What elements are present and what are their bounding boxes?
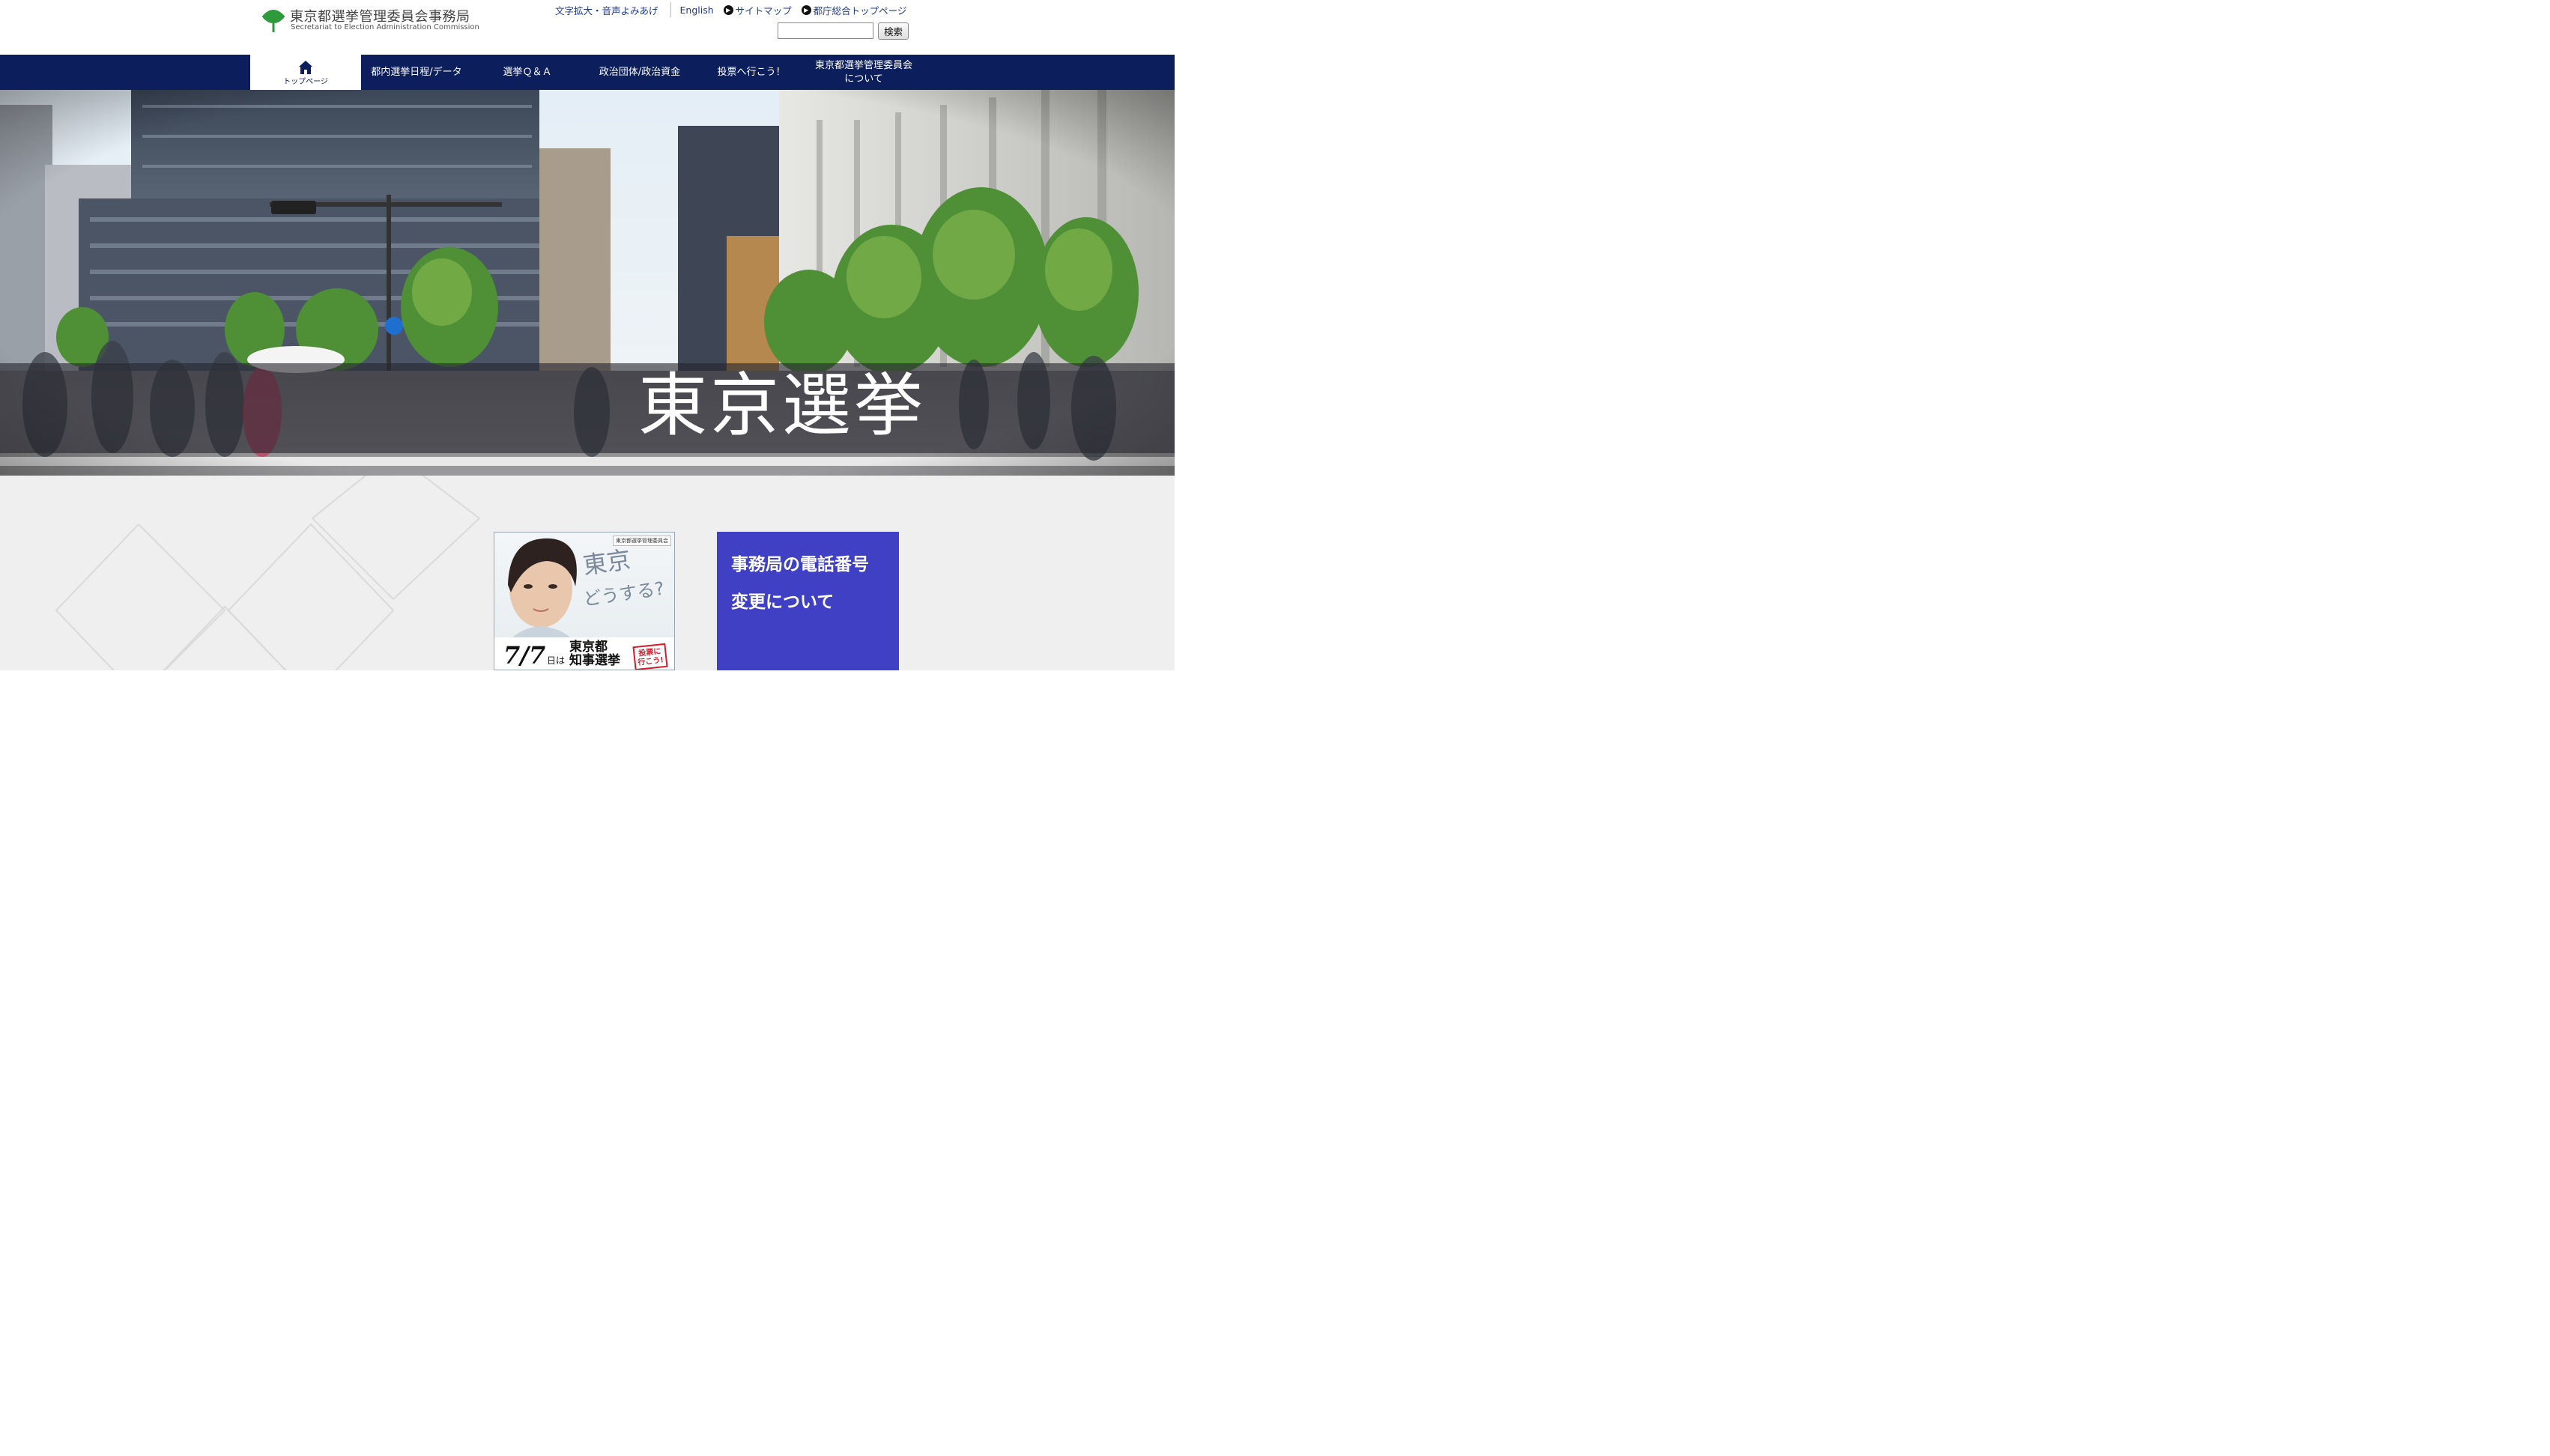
banner-catch-1: 東京 — [581, 545, 633, 580]
ginkgo-leaf-icon — [261, 10, 285, 32]
english-link[interactable]: English — [680, 4, 714, 16]
site-header: 東京都選挙管理委員会事務局 Secretariat to Election Ad… — [0, 0, 1175, 55]
arrow-circle-icon: ▶ — [723, 4, 733, 15]
nav-item-political[interactable]: 政治団体/政治資金 — [583, 55, 697, 90]
utility-links: 文字拡大・音声よみあげ English ▶ サイトマップ ▶ 都庁総合トップペー… — [555, 1, 906, 18]
phone-banner-line2: 変更について — [731, 592, 835, 612]
phone-change-banner[interactable]: 事務局の電話番号 変更について — [717, 532, 899, 670]
hero-title: 東京選挙 — [638, 365, 927, 446]
nav-home-label: トップページ — [283, 78, 328, 86]
nav-about-line1: 東京都選挙管理委員会 — [814, 59, 912, 71]
banner-bottom-strip: 7/7 日は 東京都 知事選挙 投票に 行こう! — [494, 637, 674, 670]
banner-issuer: 東京都選挙管理委員会 — [613, 536, 671, 546]
metro-top-link[interactable]: 都庁総合トップページ — [814, 3, 907, 17]
nav-item-schedule[interactable]: 都内選挙日程/データ — [361, 55, 472, 90]
nav-item-vote[interactable]: 投票へ行こう！ — [697, 55, 806, 90]
home-icon — [299, 61, 312, 74]
governor-election-banner[interactable]: 東京都選挙管理委員会 東京 どうする? 7/7 日は 東京都 知事選挙 投票に … — [494, 532, 675, 670]
divider — [670, 2, 671, 17]
nav-item-home[interactable]: トップページ — [250, 55, 361, 90]
search-button[interactable]: 検索 — [878, 22, 909, 40]
site-logo[interactable]: 東京都選挙管理委員会事務局 Secretariat to Election Ad… — [260, 7, 479, 35]
hero-title-band — [0, 363, 1175, 453]
arrow-circle-icon: ▶ — [801, 4, 811, 15]
logo-title-en: Secretariat to Election Administration C… — [291, 23, 479, 31]
election-name-line2: 知事選挙 — [569, 653, 620, 668]
nav-about-line2: について — [844, 73, 883, 85]
election-name-line1: 東京都 — [569, 640, 608, 655]
global-nav: トップページ 都内選挙日程/データ 選挙Ｑ＆Ａ 政治団体/政治資金 投票へ行こう… — [0, 55, 1175, 90]
vote-stamp: 投票に 行こう! — [632, 643, 668, 670]
main-content: 東京都選挙管理委員会 東京 どうする? 7/7 日は 東京都 知事選挙 投票に … — [0, 476, 1175, 670]
hero-banner: 東京選挙 — [0, 90, 1175, 476]
election-name: 東京都 知事選挙 — [569, 640, 620, 667]
election-date-suffix: 日は — [547, 655, 566, 666]
accessibility-link[interactable]: 文字拡大・音声よみあげ — [555, 3, 658, 17]
phone-banner-line1: 事務局の電話番号 — [731, 555, 869, 574]
election-date: 7/7 — [503, 641, 546, 670]
sitemap-link[interactable]: サイトマップ — [736, 3, 792, 17]
search-input[interactable] — [778, 22, 873, 39]
nav-item-about[interactable]: 東京都選挙管理委員会 について — [806, 55, 921, 90]
nav-item-qa[interactable]: 選挙Ｑ＆Ａ — [472, 55, 583, 90]
